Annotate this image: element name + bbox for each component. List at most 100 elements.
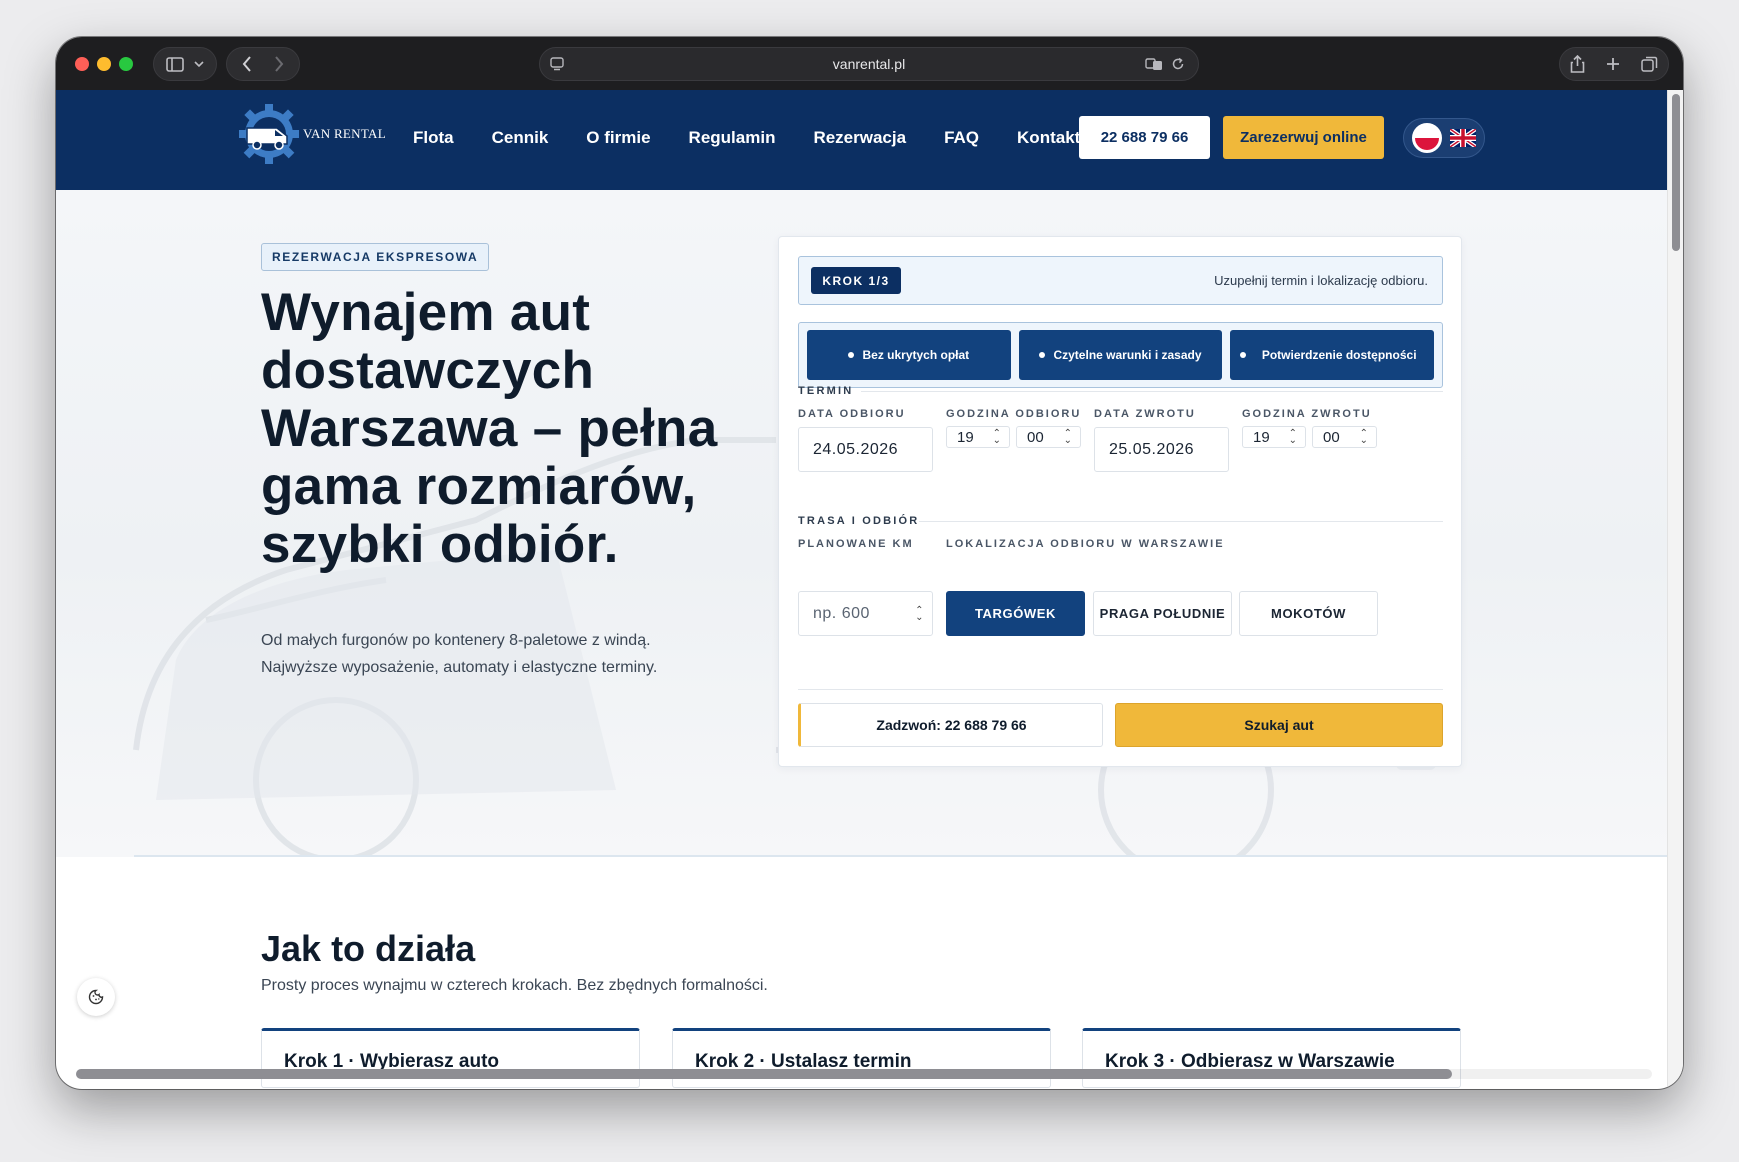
select-value: 19 — [957, 428, 974, 446]
cookie-settings-button[interactable] — [77, 978, 115, 1016]
back-arrow-icon[interactable] — [242, 56, 252, 72]
return-minute-select[interactable]: 00 ⌃ ⌄ — [1312, 426, 1377, 448]
nav-link-cennik[interactable]: Cennik — [492, 128, 549, 148]
translate-icon[interactable] — [1145, 57, 1163, 71]
reload-icon[interactable] — [1171, 57, 1185, 71]
return-hour-label: GODZINA ZWROTU — [1242, 408, 1372, 420]
site-header: VAN RENTAL Flota Cennik O firmie Regulam… — [56, 90, 1667, 190]
nav-link-faq[interactable]: FAQ — [944, 128, 979, 148]
km-label: PLANOWANE KM — [798, 538, 914, 550]
feature-label: Potwierdzenie dostępności — [1261, 348, 1417, 362]
step-hint: Uzupełnij termin i lokalizację odbioru. — [1214, 273, 1428, 288]
language-switcher — [1403, 118, 1485, 158]
sidebar-toggle-button[interactable] — [153, 47, 217, 81]
share-icon[interactable] — [1570, 55, 1585, 73]
close-window-button[interactable] — [75, 57, 89, 71]
hero-title: Wynajem aut dostawczych Warszawa – pełna… — [261, 283, 718, 574]
feature-label: Bez ukrytych opłat — [862, 348, 970, 362]
feature-no-hidden-fees: Bez ukrytych opłat — [807, 330, 1011, 380]
select-value: 19 — [1253, 428, 1270, 446]
stepper-arrows-icon: ⌃ ⌄ — [915, 604, 924, 623]
hero-subtitle-line-2: Najwyższe wyposażenie, automaty i elasty… — [261, 659, 658, 676]
km-placeholder: np. 600 — [813, 604, 870, 622]
pickup-minute-select[interactable]: 00 ⌃ ⌄ — [1016, 426, 1081, 448]
bullet-icon — [848, 352, 855, 358]
vertical-scrollbar[interactable] — [1667, 90, 1683, 1089]
address-bar[interactable]: vanrental.pl — [539, 47, 1199, 81]
location-mokotow-button[interactable]: MOKOTÓW — [1239, 591, 1378, 636]
section-divider — [919, 521, 1443, 522]
history-navigation — [226, 47, 300, 81]
feature-label: Czytelne warunki i zasady — [1053, 348, 1202, 362]
nav-link-rezerwacja[interactable]: Rezerwacja — [813, 128, 906, 148]
hero-subtitle-line-1: Od małych furgonów po kontenery 8-paleto… — [261, 632, 651, 649]
phone-button[interactable]: 22 688 79 66 — [1079, 116, 1210, 159]
nav-link-o-firmie[interactable]: O firmie — [586, 128, 650, 148]
bullet-icon — [1039, 352, 1046, 358]
route-section-label: TRASA I ODBIÓR — [798, 515, 920, 527]
gb-flag-icon[interactable] — [1450, 129, 1476, 147]
van-gear-logo-icon — [239, 104, 299, 164]
pickup-hour-select[interactable]: 19 ⌃ ⌄ — [946, 426, 1010, 448]
hero-subtitle: Od małych furgonów po kontenery 8-paleto… — [261, 627, 731, 681]
pl-flag-icon[interactable] — [1412, 123, 1442, 153]
step-card: Krok 2 · Ustalasz termin — [672, 1028, 1051, 1088]
bullet-icon — [1240, 352, 1247, 358]
search-vans-button[interactable]: Szukaj aut — [1115, 703, 1443, 747]
location-praga-poludnie-button[interactable]: PRAGA POŁUDNIE — [1093, 591, 1232, 636]
call-button[interactable]: Zadzwoń: 22 688 79 66 — [798, 703, 1103, 747]
term-section-label: TERMIN — [798, 385, 854, 397]
hero-section: REZERWACJA EKSPRESOWA Wynajem aut dostaw… — [56, 190, 1667, 857]
zoom-window-button[interactable] — [119, 57, 133, 71]
return-hour-select[interactable]: 19 ⌃ ⌄ — [1242, 426, 1306, 448]
return-date-label: DATA ZWROTU — [1094, 408, 1196, 420]
nav-link-flota[interactable]: Flota — [413, 128, 454, 148]
browser-window: vanrental.pl VAN RENTAL Flota Cennik O f… — [56, 37, 1683, 1089]
return-date-input[interactable]: 25.05.2026 — [1094, 427, 1229, 472]
nav-link-regulamin[interactable]: Regulamin — [689, 128, 776, 148]
stepper-arrows-icon: ⌃ ⌄ — [1359, 428, 1368, 446]
minimize-window-button[interactable] — [97, 57, 111, 71]
pickup-date-input[interactable]: 24.05.2026 — [798, 427, 933, 472]
step-badge: KROK 1/3 — [811, 267, 901, 294]
horizontal-scroll-thumb[interactable] — [76, 1069, 1452, 1079]
book-online-button[interactable]: Zarezerwuj online — [1223, 116, 1384, 159]
feature-list: Bez ukrytych opłat Czytelne warunki i za… — [798, 322, 1443, 388]
km-input[interactable]: np. 600 ⌃ ⌄ — [798, 591, 933, 636]
stepper-arrows-icon: ⌃ ⌄ — [1288, 428, 1297, 446]
section-divider — [861, 391, 1443, 392]
feature-availability-confirmation: Potwierdzenie dostępności — [1230, 330, 1435, 380]
stepper-arrows-icon: ⌃ ⌄ — [1063, 428, 1072, 446]
stepper-arrows-icon: ⌃ ⌄ — [992, 428, 1001, 446]
logo[interactable]: VAN RENTAL — [237, 102, 386, 166]
hero-bottom-divider — [134, 855, 1667, 857]
how-it-works-title: Jak to działa — [261, 928, 476, 969]
feature-clear-terms: Czytelne warunki i zasady — [1018, 330, 1223, 380]
location-targowek-button[interactable]: TARGÓWEK — [946, 591, 1085, 636]
sidebar-icon — [166, 56, 184, 72]
browser-toolbar: vanrental.pl — [56, 37, 1683, 90]
url-text: vanrental.pl — [832, 56, 906, 72]
how-it-works-subtitle: Prosty proces wynajmu w czterech krokach… — [261, 977, 768, 994]
horizontal-scrollbar[interactable] — [76, 1069, 1652, 1079]
window-controls — [75, 57, 133, 71]
tab-overview-icon[interactable] — [1640, 56, 1658, 73]
vertical-scroll-thumb[interactable] — [1672, 94, 1680, 251]
step-indicator: KROK 1/3 Uzupełnij termin i lokalizację … — [798, 256, 1443, 305]
logo-text: VAN RENTAL — [303, 126, 386, 141]
express-booking-badge: REZERWACJA EKSPRESOWA — [261, 243, 490, 271]
forward-arrow-icon[interactable] — [274, 56, 284, 72]
pickup-date-label: DATA ODBIORU — [798, 408, 906, 420]
select-value: 00 — [1027, 428, 1044, 446]
location-label: LOKALIZACJA ODBIORU W WARSZAWIE — [946, 538, 1225, 550]
step-card: Krok 3 · Odbierasz w Warszawie — [1082, 1028, 1461, 1088]
pickup-hour-label: GODZINA ODBIORU — [946, 408, 1082, 420]
booking-form-card: KROK 1/3 Uzupełnij termin i lokalizację … — [778, 236, 1462, 767]
nav-link-kontakt[interactable]: Kontakt — [1017, 128, 1080, 148]
cookie-icon — [88, 989, 104, 1005]
chevron-down-icon — [194, 60, 204, 67]
step-card: Krok 1 · Wybierasz auto — [261, 1028, 640, 1088]
section-divider — [798, 689, 1443, 690]
select-value: 00 — [1323, 428, 1340, 446]
new-tab-icon[interactable] — [1606, 57, 1620, 71]
